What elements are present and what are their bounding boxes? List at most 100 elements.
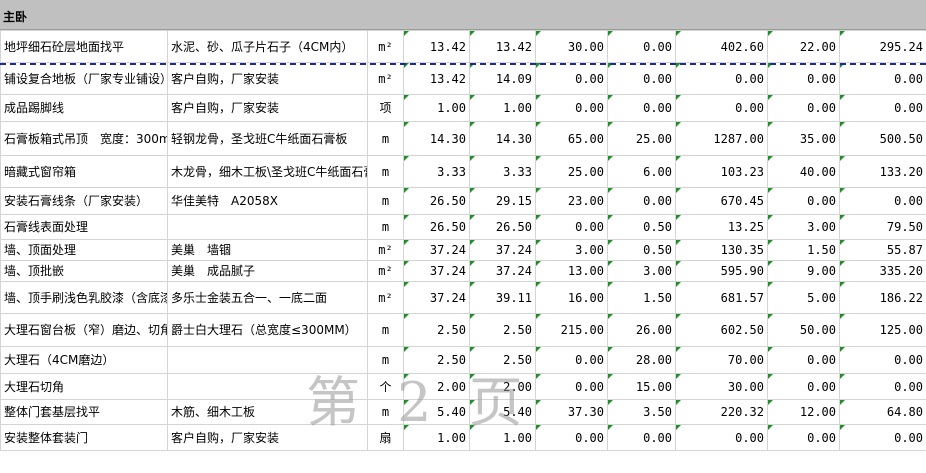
item-name-cell[interactable]: 墙、顶手刷浅色乳胶漆（含底漆） [0,281,168,314]
value-cell-c4[interactable]: 3.50 [607,399,676,425]
value-cell-c1[interactable]: 26.50 [403,187,470,215]
value-cell-c6[interactable]: 40.00 [767,155,840,188]
material-cell[interactable]: 客户自购，厂家安装 [167,62,368,95]
material-cell[interactable]: 木筋、细木工板 [167,399,368,425]
value-cell-c7[interactable]: 64.80 [839,399,926,425]
value-cell-c7[interactable]: 500.50 [839,121,926,156]
unit-cell[interactable]: m² [367,30,404,63]
value-cell-c1[interactable]: 5.40 [403,399,470,425]
value-cell-c4[interactable]: 1.50 [607,281,676,314]
value-cell-c6[interactable]: 0.00 [767,94,840,122]
material-cell[interactable]: 客户自购，厂家安装 [167,94,368,122]
value-cell-c7[interactable]: 295.24 [839,30,926,63]
value-cell-c1[interactable]: 13.42 [403,62,470,95]
value-cell-c3[interactable]: 16.00 [535,281,608,314]
value-cell-c2[interactable]: 37.24 [469,239,536,261]
value-cell-c5[interactable]: 70.00 [675,346,768,374]
unit-cell[interactable]: m [367,313,404,347]
value-cell-c1[interactable]: 37.24 [403,260,470,282]
value-cell-c7[interactable]: 125.00 [839,313,926,347]
value-cell-c1[interactable]: 26.50 [403,214,470,240]
value-cell-c6[interactable]: 1.50 [767,239,840,261]
value-cell-c1[interactable]: 2.50 [403,346,470,374]
value-cell-c1[interactable]: 1.00 [403,94,470,122]
item-name-cell[interactable]: 地坪细石砼层地面找平 [0,30,168,63]
value-cell-c4[interactable]: 15.00 [607,373,676,400]
value-cell-c3[interactable]: 0.00 [535,346,608,374]
value-cell-c2[interactable]: 1.00 [469,424,536,451]
unit-cell[interactable]: m [367,121,404,156]
item-name-cell[interactable]: 成品踢脚线 [0,94,168,122]
value-cell-c4[interactable]: 0.00 [607,30,676,63]
value-cell-c3[interactable]: 0.00 [535,373,608,400]
value-cell-c7[interactable]: 335.20 [839,260,926,282]
material-cell[interactable]: 美巢 成品腻子 [167,260,368,282]
value-cell-c7[interactable]: 0.00 [839,94,926,122]
value-cell-c7[interactable]: 0.00 [839,187,926,215]
value-cell-c6[interactable]: 3.00 [767,214,840,240]
value-cell-c7[interactable]: 79.50 [839,214,926,240]
value-cell-c6[interactable]: 0.00 [767,424,840,451]
value-cell-c2[interactable]: 39.11 [469,281,536,314]
material-cell[interactable] [167,214,368,240]
value-cell-c7[interactable]: 55.87 [839,239,926,261]
value-cell-c5[interactable]: 602.50 [675,313,768,347]
material-cell[interactable]: 华佳美特 A2058X [167,187,368,215]
value-cell-c6[interactable]: 0.00 [767,373,840,400]
value-cell-c3[interactable]: 0.00 [535,94,608,122]
material-cell[interactable] [167,373,368,400]
value-cell-c5[interactable]: 220.32 [675,399,768,425]
value-cell-c2[interactable]: 14.09 [469,62,536,95]
value-cell-c3[interactable]: 65.00 [535,121,608,156]
value-cell-c3[interactable]: 0.00 [535,62,608,95]
item-name-cell[interactable]: 墙、顶批嵌 [0,260,168,282]
value-cell-c7[interactable]: 0.00 [839,62,926,95]
value-cell-c2[interactable]: 2.50 [469,346,536,374]
value-cell-c5[interactable]: 103.23 [675,155,768,188]
value-cell-c3[interactable]: 0.00 [535,424,608,451]
item-name-cell[interactable]: 铺设复合地板（厂家专业铺设） [0,62,168,95]
unit-cell[interactable]: m [367,187,404,215]
value-cell-c7[interactable]: 133.20 [839,155,926,188]
value-cell-c2[interactable]: 13.42 [469,30,536,63]
item-name-cell[interactable]: 暗藏式窗帘箱 [0,155,168,188]
value-cell-c4[interactable]: 26.00 [607,313,676,347]
value-cell-c5[interactable]: 0.00 [675,424,768,451]
material-cell[interactable]: 美巢 墙锢 [167,239,368,261]
value-cell-c3[interactable]: 30.00 [535,30,608,63]
value-cell-c6[interactable]: 0.00 [767,187,840,215]
item-name-cell[interactable]: 安装整体套装门 [0,424,168,451]
item-name-cell[interactable]: 大理石窗台板（窄）磨边、切角另计 [0,313,168,347]
material-cell[interactable]: 客户自购，厂家安装 [167,424,368,451]
unit-cell[interactable]: 个 [367,373,404,400]
value-cell-c2[interactable]: 5.40 [469,399,536,425]
value-cell-c1[interactable]: 37.24 [403,281,470,314]
unit-cell[interactable]: m [367,346,404,374]
item-name-cell[interactable]: 墙、顶面处理 [0,239,168,261]
value-cell-c4[interactable]: 3.00 [607,260,676,282]
value-cell-c5[interactable]: 681.57 [675,281,768,314]
value-cell-c4[interactable]: 0.00 [607,187,676,215]
value-cell-c2[interactable]: 2.50 [469,313,536,347]
value-cell-c5[interactable]: 670.45 [675,187,768,215]
value-cell-c4[interactable]: 6.00 [607,155,676,188]
value-cell-c5[interactable]: 402.60 [675,30,768,63]
unit-cell[interactable]: 项 [367,94,404,122]
value-cell-c5[interactable]: 0.00 [675,62,768,95]
value-cell-c7[interactable]: 0.00 [839,373,926,400]
value-cell-c3[interactable]: 13.00 [535,260,608,282]
value-cell-c1[interactable]: 2.00 [403,373,470,400]
value-cell-c5[interactable]: 0.00 [675,94,768,122]
item-name-cell[interactable]: 整体门套基层找平 [0,399,168,425]
value-cell-c6[interactable]: 35.00 [767,121,840,156]
value-cell-c4[interactable]: 0.50 [607,214,676,240]
unit-cell[interactable]: m² [367,62,404,95]
material-cell[interactable]: 水泥、砂、瓜子片石子（4CM内） [167,30,368,63]
unit-cell[interactable]: m² [367,281,404,314]
value-cell-c3[interactable]: 37.30 [535,399,608,425]
value-cell-c3[interactable]: 0.00 [535,214,608,240]
unit-cell[interactable]: 扇 [367,424,404,451]
value-cell-c3[interactable]: 215.00 [535,313,608,347]
value-cell-c6[interactable]: 5.00 [767,281,840,314]
value-cell-c6[interactable]: 22.00 [767,30,840,63]
